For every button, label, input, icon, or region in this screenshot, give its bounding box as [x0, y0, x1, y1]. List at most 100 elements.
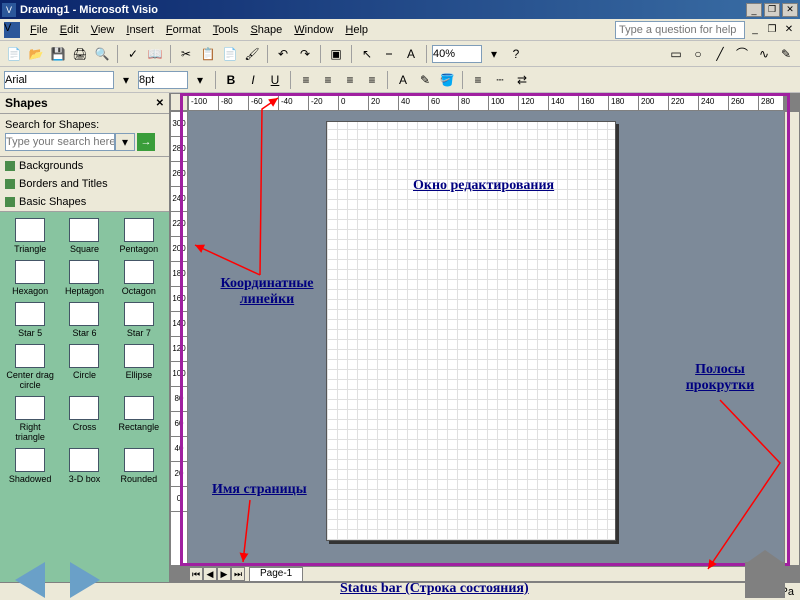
align-left-button[interactable]: ≡: [296, 70, 316, 90]
text-tool[interactable]: A: [401, 44, 421, 64]
shape-master[interactable]: Center drag circle: [4, 344, 56, 390]
vertical-scrollbar[interactable]: [784, 111, 800, 566]
arc-tool[interactable]: ⌒: [732, 44, 752, 64]
search-dropdown[interactable]: ▾: [115, 133, 135, 151]
shape-master[interactable]: Star 6: [58, 302, 110, 338]
menu-edit[interactable]: Edit: [54, 22, 85, 38]
maximize-button[interactable]: ❐: [764, 3, 780, 17]
horizontal-ruler[interactable]: -100-80-60-40-20020406080100120140160180…: [188, 93, 784, 111]
research-button[interactable]: 📖: [145, 44, 165, 64]
shape-master[interactable]: Hexagon: [4, 260, 56, 296]
font-name-select[interactable]: [4, 71, 114, 89]
slide-home-button[interactable]: [745, 562, 785, 598]
menubar: V File Edit View Insert Format Tools Sha…: [0, 19, 800, 41]
line-weight-button[interactable]: ≡: [468, 70, 488, 90]
line-pattern-button[interactable]: ┄: [490, 70, 510, 90]
stencil-item[interactable]: Basic Shapes: [0, 193, 169, 211]
cut-button[interactable]: ✂: [176, 44, 196, 64]
align-right-button[interactable]: ≡: [340, 70, 360, 90]
new-button[interactable]: 📄: [4, 44, 24, 64]
shape-master[interactable]: Right triangle: [4, 396, 56, 442]
pointer-tool[interactable]: ↖: [357, 44, 377, 64]
menu-window[interactable]: Window: [288, 22, 339, 38]
stencil-item[interactable]: Backgrounds: [0, 157, 169, 175]
paste-button[interactable]: 📄: [220, 44, 240, 64]
zoom-dropdown[interactable]: ▾: [484, 44, 504, 64]
help-input[interactable]: [615, 21, 745, 39]
shape-master[interactable]: Circle: [58, 344, 110, 390]
font-size-select[interactable]: [138, 71, 188, 89]
vertical-ruler[interactable]: 3002802602402202001801601401201008060402…: [170, 111, 188, 566]
prev-page-button[interactable]: ◀: [203, 567, 217, 581]
last-page-button[interactable]: ⏭: [231, 567, 245, 581]
shape-master[interactable]: Heptagon: [58, 260, 110, 296]
ellipse-tool[interactable]: ○: [688, 44, 708, 64]
align-center-button[interactable]: ≡: [318, 70, 338, 90]
menu-view[interactable]: View: [85, 22, 121, 38]
search-input[interactable]: [5, 133, 115, 151]
shape-master[interactable]: Rectangle: [113, 396, 165, 442]
shapes-button[interactable]: ▣: [326, 44, 346, 64]
drawing-page[interactable]: [326, 121, 616, 541]
shape-master[interactable]: Cross: [58, 396, 110, 442]
doc-close[interactable]: ✕: [782, 23, 796, 37]
line-tool[interactable]: ╱: [710, 44, 730, 64]
connector-tool[interactable]: ⎯: [379, 44, 399, 64]
align-justify-button[interactable]: ≡: [362, 70, 382, 90]
bold-button[interactable]: B: [221, 70, 241, 90]
pencil-tool[interactable]: ✎: [776, 44, 796, 64]
shapes-close[interactable]: ✕: [156, 98, 164, 109]
shape-master[interactable]: 3-D box: [58, 448, 110, 484]
menu-shape[interactable]: Shape: [244, 22, 288, 38]
fill-color-button[interactable]: 🪣: [437, 70, 457, 90]
menu-insert[interactable]: Insert: [120, 22, 160, 38]
horizontal-scrollbar[interactable]: ⏮ ◀ ▶ ⏭ Page-1: [188, 566, 784, 582]
separator: [170, 45, 171, 63]
shape-master[interactable]: Triangle: [4, 218, 56, 254]
shape-master[interactable]: Shadowed: [4, 448, 56, 484]
spelling-button[interactable]: ✓: [123, 44, 143, 64]
line-color-button[interactable]: ✎: [415, 70, 435, 90]
undo-button[interactable]: ↶: [273, 44, 293, 64]
format-painter-button[interactable]: 🖌: [242, 44, 262, 64]
font-color-button[interactable]: A: [393, 70, 413, 90]
search-go-button[interactable]: →: [137, 133, 155, 151]
menu-file[interactable]: File: [24, 22, 54, 38]
menu-tools[interactable]: Tools: [207, 22, 245, 38]
preview-button[interactable]: 🔍: [92, 44, 112, 64]
canvas-viewport[interactable]: [188, 111, 784, 566]
redo-button[interactable]: ↷: [295, 44, 315, 64]
next-page-button[interactable]: ▶: [217, 567, 231, 581]
slide-next-button[interactable]: [70, 562, 100, 598]
shape-master[interactable]: Ellipse: [113, 344, 165, 390]
first-page-button[interactable]: ⏮: [189, 567, 203, 581]
freeform-tool[interactable]: ∿: [754, 44, 774, 64]
shape-master[interactable]: Rounded: [113, 448, 165, 484]
size-dropdown[interactable]: ▾: [190, 70, 210, 90]
stencil-item[interactable]: Borders and Titles: [0, 175, 169, 193]
menu-help[interactable]: Help: [339, 22, 374, 38]
copy-button[interactable]: 📋: [198, 44, 218, 64]
rectangle-tool[interactable]: ▭: [666, 44, 686, 64]
help-button[interactable]: ?: [506, 44, 526, 64]
save-button[interactable]: 💾: [48, 44, 68, 64]
line-ends-button[interactable]: ⇄: [512, 70, 532, 90]
print-button[interactable]: 🖨: [70, 44, 90, 64]
shape-master[interactable]: Star 7: [113, 302, 165, 338]
shape-master[interactable]: Square: [58, 218, 110, 254]
slide-prev-button[interactable]: [15, 562, 45, 598]
minimize-button[interactable]: _: [746, 3, 762, 17]
shape-master[interactable]: Pentagon: [113, 218, 165, 254]
open-button[interactable]: 📂: [26, 44, 46, 64]
font-dropdown[interactable]: ▾: [116, 70, 136, 90]
doc-minimize[interactable]: _: [748, 23, 762, 37]
page-tab[interactable]: Page-1: [249, 567, 303, 581]
shape-master[interactable]: Octagon: [113, 260, 165, 296]
close-button[interactable]: ✕: [782, 3, 798, 17]
shape-master[interactable]: Star 5: [4, 302, 56, 338]
underline-button[interactable]: U: [265, 70, 285, 90]
zoom-select[interactable]: [432, 45, 482, 63]
menu-format[interactable]: Format: [160, 22, 207, 38]
doc-restore[interactable]: ❐: [765, 23, 779, 37]
italic-button[interactable]: I: [243, 70, 263, 90]
